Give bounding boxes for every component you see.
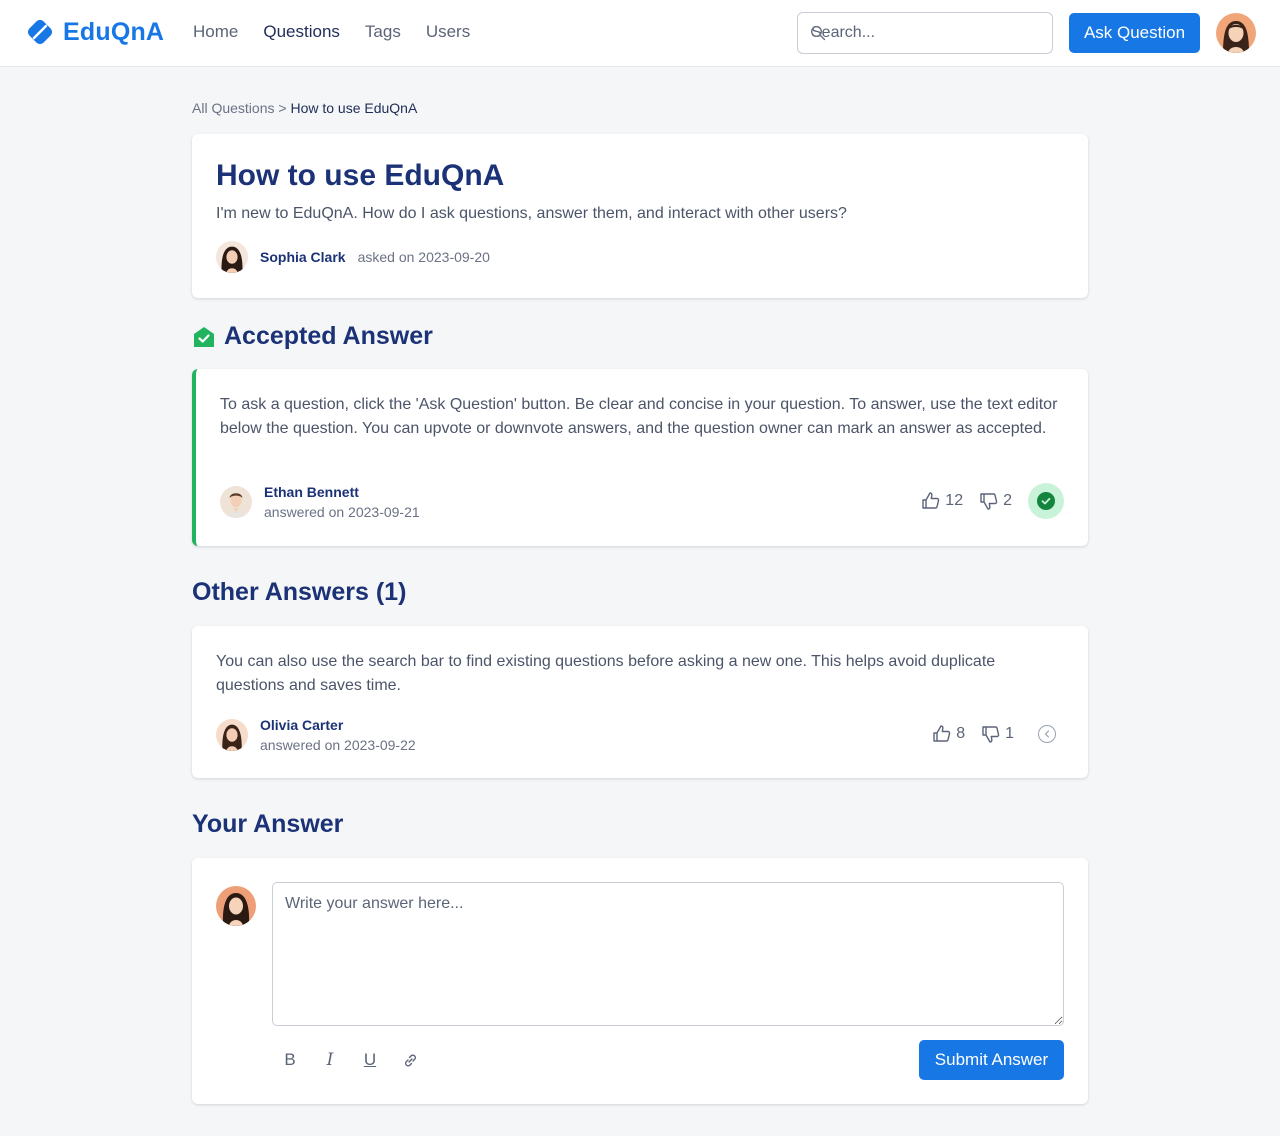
answer-card: You can also use the search bar to find … <box>192 626 1088 778</box>
question-meta: Sophia Clark asked on 2023-09-20 <box>216 241 490 273</box>
your-answer-heading: Your Answer <box>192 810 344 838</box>
answer-date: answered on 2023-09-22 <box>260 737 416 753</box>
answer-votes: 8 1 <box>932 724 1056 744</box>
thumbs-up-icon <box>933 725 951 742</box>
search-icon <box>810 25 826 41</box>
breadcrumb-separator: > <box>278 100 287 116</box>
nav-questions[interactable]: Questions <box>263 22 340 42</box>
logo-icon <box>27 19 53 45</box>
author-avatar[interactable] <box>216 241 248 273</box>
question-card: How to use EduQnA I'm new to EduQnA. How… <box>192 134 1088 298</box>
nav-home[interactable]: Home <box>193 22 238 42</box>
question-date: asked on 2023-09-20 <box>357 249 490 265</box>
answer-textarea[interactable] <box>272 882 1064 1026</box>
upvote-button[interactable]: 8 <box>932 724 965 744</box>
submit-answer-button[interactable]: Submit Answer <box>919 1040 1064 1080</box>
ask-question-button[interactable]: Ask Question <box>1069 13 1200 53</box>
answer-body: You can also use the search bar to find … <box>216 653 996 694</box>
italic-icon[interactable]: I <box>320 1048 340 1072</box>
breadcrumb-current: How to use EduQnA <box>290 100 418 116</box>
downvote-count: 2 <box>1003 492 1012 509</box>
top-navbar: EduQnA Home Questions Tags Users Ask Que… <box>0 0 1280 67</box>
downvote-button[interactable]: 1 <box>981 724 1014 744</box>
answer-votes: 12 2 <box>921 483 1064 519</box>
accepted-answer-title: Accepted Answer <box>224 322 433 350</box>
answer-author-block: Olivia Carter answered on 2023-09-22 <box>260 717 416 753</box>
brand-name: EduQnA <box>63 17 165 46</box>
upvote-count: 8 <box>956 725 966 742</box>
question-body: I'm new to EduQnA. How do I ask question… <box>216 205 847 222</box>
mark-accepted-button[interactable] <box>1038 725 1056 743</box>
downvote-button[interactable]: 2 <box>979 491 1012 511</box>
user-avatar[interactable] <box>1216 13 1256 53</box>
thumbs-down-icon <box>982 726 1000 743</box>
author-avatar[interactable] <box>216 719 248 751</box>
editor-toolbar: B I U <box>280 1048 440 1072</box>
accepted-answer-heading: Accepted Answer <box>192 322 433 351</box>
answer-body: To ask a question, click the 'Ask Questi… <box>220 396 1058 437</box>
accepted-badge-icon <box>194 326 214 347</box>
answer-author[interactable]: Ethan Bennett <box>264 484 420 500</box>
other-answers-heading: Other Answers (1) <box>192 578 407 606</box>
breadcrumb: All Questions > How to use EduQnA <box>192 100 417 116</box>
nav-users[interactable]: Users <box>426 22 470 42</box>
current-user-avatar[interactable] <box>216 886 256 926</box>
downvote-count: 1 <box>1005 725 1014 742</box>
underline-icon[interactable]: U <box>360 1048 380 1072</box>
bold-icon[interactable]: B <box>280 1048 300 1072</box>
check-circle-outline-icon <box>1044 730 1050 738</box>
thumbs-down-icon <box>980 493 998 510</box>
main-nav: Home Questions Tags Users <box>193 22 495 42</box>
search-input[interactable] <box>798 13 1052 53</box>
upvote-count: 12 <box>945 492 964 509</box>
accepted-check-button[interactable] <box>1028 483 1064 519</box>
breadcrumb-all-questions[interactable]: All Questions <box>192 100 274 116</box>
question-author[interactable]: Sophia Clark <box>260 249 346 265</box>
nav-tags[interactable]: Tags <box>365 22 401 42</box>
thumbs-up-icon <box>922 492 940 509</box>
search-box <box>797 12 1053 54</box>
accepted-answer-card: To ask a question, click the 'Ask Questi… <box>192 369 1088 546</box>
answer-meta: Olivia Carter answered on 2023-09-22 <box>216 717 416 753</box>
question-title: How to use EduQnA <box>216 159 505 192</box>
upvote-button[interactable]: 12 <box>921 491 963 511</box>
brand-logo[interactable]: EduQnA <box>25 17 164 47</box>
answer-author-block: Ethan Bennett answered on 2023-09-21 <box>264 484 420 520</box>
check-circle-icon <box>1037 492 1055 510</box>
answer-meta: Ethan Bennett answered on 2023-09-21 <box>220 484 420 520</box>
link-icon[interactable] <box>400 1048 420 1072</box>
your-answer-card: B I U Submit Answer <box>192 858 1088 1104</box>
answer-date: answered on 2023-09-21 <box>264 504 420 520</box>
author-avatar[interactable] <box>220 486 252 518</box>
answer-author[interactable]: Olivia Carter <box>260 717 416 733</box>
